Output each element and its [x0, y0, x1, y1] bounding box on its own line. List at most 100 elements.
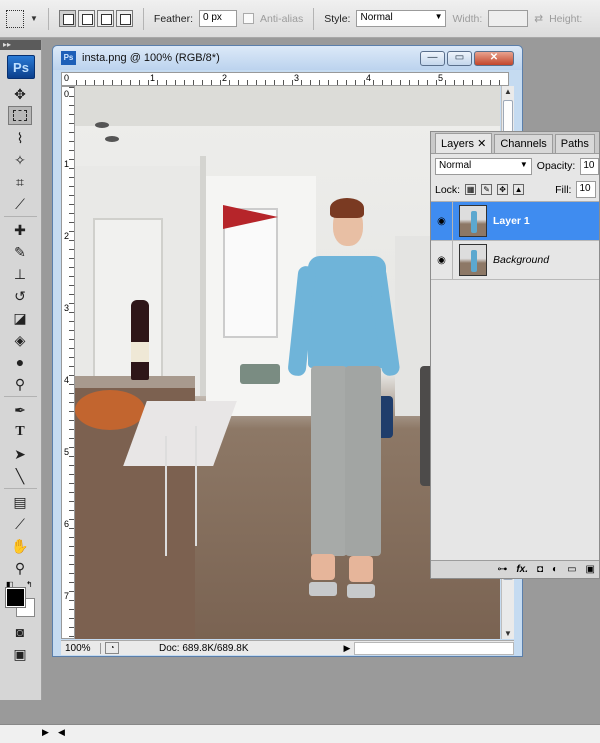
width-label: Width: [452, 12, 483, 25]
layer-row-background[interactable]: ◉ Background [431, 241, 599, 280]
hand-tool-icon[interactable]: ✋ [8, 536, 32, 555]
close-icon[interactable]: ✕ [477, 138, 486, 150]
vertical-ruler[interactable]: 0 1 2 3 4 5 6 7 [61, 86, 75, 639]
link-icon[interactable]: ⊶ [497, 564, 507, 575]
opacity-label: Opacity: [536, 160, 576, 172]
clone-stamp-tool-icon[interactable]: ⊥ [8, 264, 32, 283]
wine-bottle [131, 300, 149, 380]
bed [240, 364, 280, 384]
right-shoe [347, 584, 375, 598]
dodge-tool-icon[interactable]: ⚲ [8, 374, 32, 393]
subtract-selection-button[interactable] [96, 10, 114, 27]
mask-icon[interactable]: ◘ [537, 564, 543, 575]
visibility-eye-icon[interactable]: ◉ [431, 202, 453, 240]
healing-brush-tool-icon[interactable]: ✚ [8, 220, 32, 239]
width-input[interactable] [488, 10, 529, 27]
folder-icon[interactable]: ▭ [567, 564, 576, 575]
antialias-label: Anti-alias [260, 12, 304, 25]
lock-transparency-icon[interactable]: ▦ [465, 184, 477, 195]
zoom-level[interactable]: 100% [61, 642, 101, 654]
ruler-v-3: 3 [64, 303, 70, 313]
line-tool-icon[interactable]: ╲ [8, 466, 32, 485]
scroll-left-icon[interactable]: ◀ [58, 727, 65, 738]
foreground-color-swatch[interactable] [5, 587, 26, 608]
blend-mode-select[interactable]: Normal ▼ [435, 157, 532, 175]
tab-channels[interactable]: Channels [494, 134, 553, 153]
eyedropper-tool-icon[interactable]: ⟋ [8, 514, 32, 533]
antialias-checkbox[interactable] [243, 13, 255, 24]
scroll-up-icon[interactable]: ▲ [504, 87, 512, 96]
status-menu-icon[interactable]: ▶ [340, 643, 354, 654]
lock-row: Lock: ▦ ✎ ✥ ▲ Fill: 10 [431, 178, 599, 202]
lock-position-icon[interactable]: ✥ [497, 184, 509, 195]
brush-tool-icon[interactable]: ✎ [8, 242, 32, 261]
style-value: Normal [360, 12, 393, 23]
fruit-bowl [75, 390, 145, 430]
ruler-h-5: 5 [438, 73, 444, 83]
tools-panel: ▸▸ Ps ✥ ⌇ ✧ ⌗ ⟋ ✚ ✎ ⊥ ↺ ◪ ◈ ● ⚲ ✒ T ➤ ╲ … [0, 40, 42, 700]
minimize-button[interactable]: — [420, 51, 445, 66]
feather-label: Feather: [153, 12, 194, 25]
figure-icon [471, 250, 477, 272]
divider [142, 7, 144, 30]
horizontal-scrollbar[interactable] [354, 641, 514, 655]
pennant [223, 205, 278, 229]
slice-tool-icon[interactable]: ⟋ [8, 194, 32, 213]
opacity-input[interactable]: 10 [580, 157, 599, 175]
blend-row: Normal ▼ Opacity: 10 [431, 154, 599, 178]
add-selection-button[interactable] [77, 10, 95, 27]
fx-icon[interactable]: fx. [516, 564, 528, 575]
pen-tool-icon[interactable]: ✒ [8, 400, 32, 419]
new-selection-button[interactable] [58, 10, 76, 27]
zoom-tool-icon[interactable]: ⚲ [8, 558, 32, 577]
paint-bucket-tool-icon[interactable]: ◈ [8, 330, 32, 349]
chevron-down-icon: ▼ [434, 12, 443, 21]
new-layer-icon[interactable]: ▣ [586, 564, 595, 575]
swap-colors-icon[interactable]: ↰ [26, 580, 33, 589]
lasso-tool-icon[interactable]: ⌇ [8, 128, 32, 147]
notes-tool-icon[interactable]: ▤ [8, 492, 32, 511]
collapse-icon[interactable]: ▸▸ [0, 40, 41, 50]
feather-input[interactable]: 0 px [199, 10, 238, 27]
color-swatches: ◧ ↰ [0, 580, 41, 618]
ruler-v-2: 2 [64, 231, 70, 241]
ps-document-icon: Ps [61, 51, 76, 65]
screen-mode-icon[interactable]: ▣ [8, 644, 32, 663]
swap-icon[interactable]: ⇄ [534, 13, 543, 25]
eraser-tool-icon[interactable]: ◪ [8, 308, 32, 327]
lock-all-icon[interactable]: ▲ [513, 184, 525, 195]
maximize-button[interactable]: ▭ [447, 51, 472, 66]
adjustment-icon[interactable]: ◐ [552, 564, 558, 575]
quick-mask-icon[interactable]: ◙ [8, 622, 32, 641]
scroll-right-icon[interactable]: ▶ [42, 727, 49, 738]
layers-footer: ⊶ fx. ◘ ◐ ▭ ▣ [431, 560, 599, 578]
rectangular-marquee-tool-icon[interactable] [8, 106, 32, 125]
move-tool-icon[interactable]: ✥ [8, 84, 32, 103]
visibility-eye-icon[interactable]: ◉ [431, 241, 453, 279]
layer-row-layer-1[interactable]: ◉ Layer 1 [431, 202, 599, 241]
ruler-v-5: 5 [64, 447, 70, 457]
status-info-icon[interactable]: ◔ [105, 642, 119, 654]
intersect-selection-button[interactable] [115, 10, 133, 27]
type-tool-icon[interactable]: T [8, 422, 32, 441]
scroll-down-icon[interactable]: ▼ [504, 629, 512, 638]
right-leg [345, 366, 381, 556]
magic-wand-tool-icon[interactable]: ✧ [8, 150, 32, 169]
ruler-v-1: 1 [64, 159, 70, 169]
fill-input[interactable]: 10 [576, 181, 597, 198]
style-select[interactable]: Normal ▼ [356, 10, 447, 27]
lock-pixels-icon[interactable]: ✎ [481, 184, 493, 195]
preset-dropdown-icon[interactable]: ▼ [30, 14, 38, 23]
tab-layers-label: Layers [441, 138, 475, 150]
history-brush-tool-icon[interactable]: ↺ [8, 286, 32, 305]
tab-paths[interactable]: Paths [554, 134, 595, 153]
tab-layers[interactable]: Layers ✕ [435, 133, 493, 153]
marquee-preset-icon[interactable] [6, 9, 24, 28]
crop-tool-icon[interactable]: ⌗ [8, 172, 32, 191]
horizontal-ruler[interactable]: 0 1 2 3 4 5 [61, 72, 509, 86]
close-button[interactable]: ✕ [474, 51, 514, 66]
blur-tool-icon[interactable]: ● [8, 352, 32, 371]
ruler-v-4: 4 [64, 375, 70, 385]
path-selection-tool-icon[interactable]: ➤ [8, 444, 32, 463]
divider [4, 216, 37, 217]
